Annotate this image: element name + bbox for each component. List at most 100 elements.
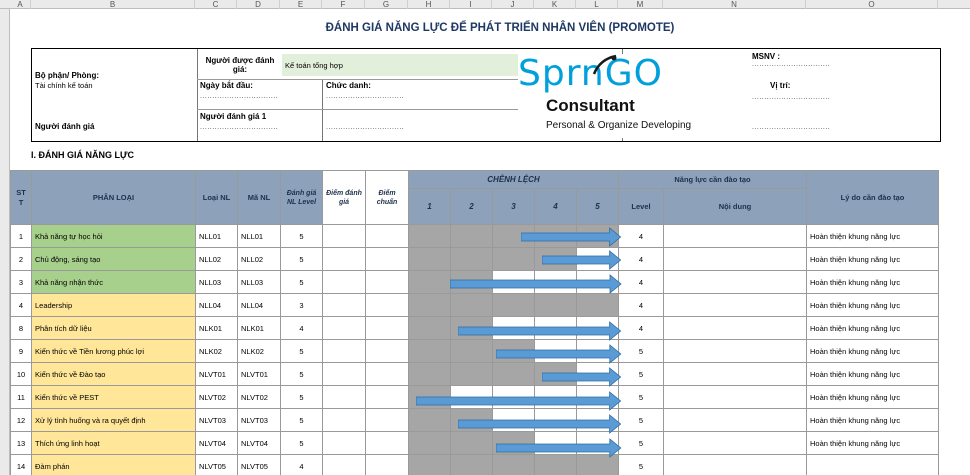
row-score[interactable]	[322, 270, 366, 294]
row-type[interactable]: NLL02	[195, 247, 238, 271]
row-category[interactable]: Đàm phán	[31, 454, 196, 475]
row-score[interactable]	[322, 408, 366, 432]
row-reason[interactable]: Hoàn thiện khung năng lực	[806, 431, 939, 455]
column-header-9[interactable]: I	[450, 0, 492, 9]
row-gap-cell-1[interactable]	[408, 270, 451, 294]
row-training-level[interactable]: 5	[618, 408, 664, 432]
row-category[interactable]: Kiến thức về PEST	[31, 385, 196, 409]
row-category[interactable]: Kiến thức về Tiền lương phúc lợi	[31, 339, 196, 363]
row-code[interactable]: NLL04	[237, 293, 281, 317]
row-training-content[interactable]	[663, 316, 807, 340]
row-stt[interactable]: 11	[10, 385, 32, 409]
row-type[interactable]: NLVT04	[195, 431, 238, 455]
column-header-1[interactable]: A	[10, 0, 31, 9]
row-required-level[interactable]: 5	[280, 270, 323, 294]
row-gap-cell-5[interactable]	[576, 293, 619, 317]
start-date-dots[interactable]: ................................	[200, 93, 278, 100]
row-category[interactable]: Phân tích dữ liệu	[31, 316, 196, 340]
row-required-level[interactable]: 5	[280, 224, 323, 248]
row-score[interactable]	[322, 316, 366, 340]
row-required-level[interactable]: 5	[280, 362, 323, 386]
row-reason[interactable]: Hoàn thiện khung năng lực	[806, 247, 939, 271]
row-gap-cell-1[interactable]	[408, 224, 451, 248]
row-required-level[interactable]: 5	[280, 431, 323, 455]
row-stt[interactable]: 4	[10, 293, 32, 317]
row-gap-cell-1[interactable]	[408, 431, 451, 455]
row-type[interactable]: NLL03	[195, 270, 238, 294]
row-category[interactable]: Xử lý tình huống và ra quyết định	[31, 408, 196, 432]
row-required-level[interactable]: 4	[280, 316, 323, 340]
row-code[interactable]: NLK02	[237, 339, 281, 363]
row-training-content[interactable]	[663, 408, 807, 432]
column-header-6[interactable]: F	[322, 0, 365, 9]
row-training-level[interactable]: 5	[618, 454, 664, 475]
row-stt[interactable]: 13	[10, 431, 32, 455]
approval-dots[interactable]: ................................	[752, 124, 830, 131]
row-training-level[interactable]: 5	[618, 362, 664, 386]
row-type[interactable]: NLL01	[195, 224, 238, 248]
row-code[interactable]: NLVT01	[237, 362, 281, 386]
row-stt[interactable]: 10	[10, 362, 32, 386]
column-header-14[interactable]: N	[663, 0, 806, 9]
row-training-level[interactable]: 4	[618, 247, 664, 271]
row-required-level[interactable]: 3	[280, 293, 323, 317]
row-standard[interactable]	[365, 270, 409, 294]
column-header-5[interactable]: E	[280, 0, 322, 9]
row-reason[interactable]: Hoàn thiện khung năng lực	[806, 339, 939, 363]
row-gap-cell-2[interactable]	[450, 339, 493, 363]
row-code[interactable]: NLL01	[237, 224, 281, 248]
row-reason[interactable]: Hoàn thiện khung năng lực	[806, 293, 939, 317]
column-header-4[interactable]: D	[237, 0, 280, 9]
row-training-content[interactable]	[663, 247, 807, 271]
row-category[interactable]: Chủ động, sáng tạo	[31, 247, 196, 271]
row-training-content[interactable]	[663, 224, 807, 248]
row-reason[interactable]: Hoàn thiện khung năng lực	[806, 362, 939, 386]
row-training-content[interactable]	[663, 293, 807, 317]
row-training-content[interactable]	[663, 385, 807, 409]
row-gap-cell-3[interactable]	[492, 247, 535, 271]
row-stt[interactable]: 3	[10, 270, 32, 294]
row-reason[interactable]: Hoàn thiện khung năng lực	[806, 224, 939, 248]
row-gap-cell-3[interactable]	[492, 293, 535, 317]
row-reason[interactable]: Hoàn thiện khung năng lực	[806, 385, 939, 409]
row-stt[interactable]: 12	[10, 408, 32, 432]
row-required-level[interactable]: 5	[280, 247, 323, 271]
row-training-content[interactable]	[663, 270, 807, 294]
row-stt[interactable]: 14	[10, 454, 32, 475]
row-training-level[interactable]: 4	[618, 224, 664, 248]
row-score[interactable]	[322, 362, 366, 386]
row-training-content[interactable]	[663, 431, 807, 455]
position-dots[interactable]: ................................	[326, 93, 404, 100]
row-type[interactable]: NLL04	[195, 293, 238, 317]
row-gap-cell-2[interactable]	[450, 247, 493, 271]
row-gap-cell-1[interactable]	[408, 247, 451, 271]
row-score[interactable]	[322, 454, 366, 475]
row-required-level[interactable]: 5	[280, 339, 323, 363]
row-gap-cell-1[interactable]	[408, 339, 451, 363]
row-standard[interactable]	[365, 454, 409, 475]
row-training-content[interactable]	[663, 454, 807, 475]
row-category[interactable]: Leadership	[31, 293, 196, 317]
row-required-level[interactable]: 4	[280, 454, 323, 475]
row-gap-cell-4[interactable]	[534, 293, 577, 317]
row-required-level[interactable]: 5	[280, 385, 323, 409]
row-training-content[interactable]	[663, 362, 807, 386]
row-gap-cell-2[interactable]	[450, 293, 493, 317]
row-standard[interactable]	[365, 385, 409, 409]
row-reason[interactable]: Hoàn thiện khung năng lực	[806, 408, 939, 432]
row-gap-cell-1[interactable]	[408, 408, 451, 432]
msnv-value-dots[interactable]: ................................	[752, 61, 830, 68]
column-header-8[interactable]: H	[408, 0, 450, 9]
column-header-10[interactable]: J	[492, 0, 534, 9]
row-type[interactable]: NLK01	[195, 316, 238, 340]
row-standard[interactable]	[365, 224, 409, 248]
role-dots[interactable]: ................................	[752, 94, 830, 101]
row-standard[interactable]	[365, 339, 409, 363]
row-category[interactable]: Khả năng tự học hỏi	[31, 224, 196, 248]
row-type[interactable]: NLVT05	[195, 454, 238, 475]
row-gap-cell-1[interactable]	[408, 316, 451, 340]
row-standard[interactable]	[365, 362, 409, 386]
row-code[interactable]: NLL02	[237, 247, 281, 271]
column-header-3[interactable]: C	[195, 0, 237, 9]
evaluator1-signature-dots[interactable]: ................................	[326, 124, 404, 131]
